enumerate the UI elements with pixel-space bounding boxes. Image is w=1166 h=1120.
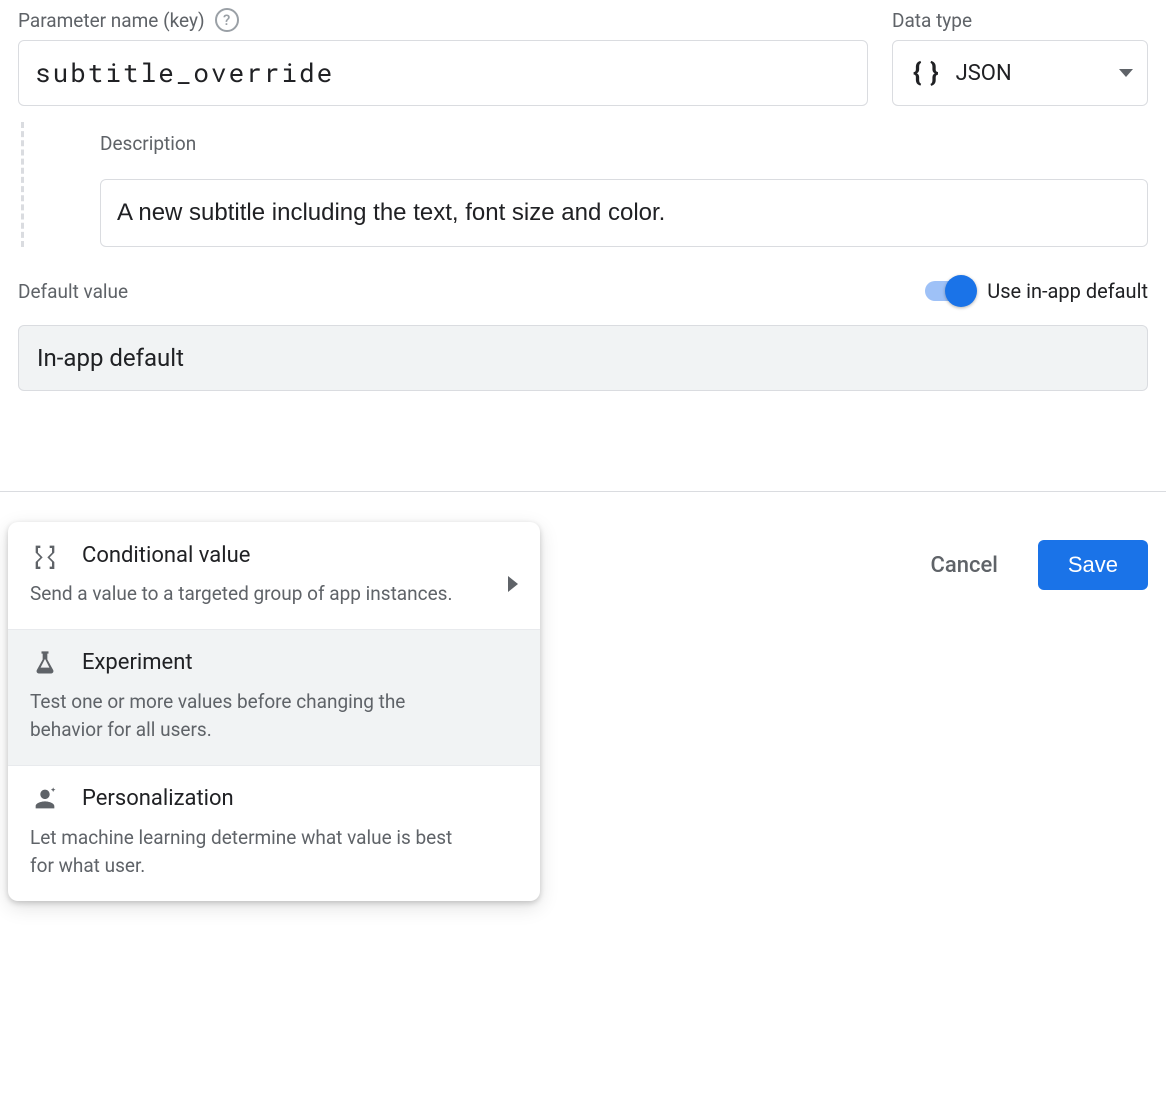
menu-item-conditional-value[interactable]: Conditional value Send a value to a targ… <box>8 522 540 630</box>
conditional-icon <box>30 540 60 570</box>
description-input[interactable] <box>100 179 1148 247</box>
data-type-label: Data type <box>892 9 972 32</box>
add-menu: Conditional value Send a value to a targ… <box>8 522 540 901</box>
cancel-button[interactable]: Cancel <box>931 553 998 578</box>
default-value-label: Default value <box>18 280 128 303</box>
json-icon: { } <box>913 58 940 88</box>
help-icon[interactable]: ? <box>215 8 239 32</box>
menu-item-desc: Let machine learning determine what valu… <box>30 824 518 881</box>
default-value-display: In-app default <box>18 325 1148 391</box>
description-label: Description <box>100 122 1148 179</box>
chevron-down-icon <box>1119 69 1133 77</box>
menu-item-desc: Send a value to a targeted group of app … <box>30 580 518 609</box>
menu-item-title: Conditional value <box>82 543 250 568</box>
chevron-right-icon <box>508 576 518 592</box>
tree-line <box>0 122 44 247</box>
menu-item-experiment[interactable]: Experiment Test one or more values befor… <box>8 630 540 766</box>
menu-item-title: Experiment <box>82 650 193 675</box>
param-name-input[interactable] <box>18 40 868 106</box>
data-type-select[interactable]: { } JSON <box>892 40 1148 106</box>
experiment-icon <box>30 648 60 678</box>
menu-item-title: Personalization <box>82 786 234 811</box>
menu-item-desc: Test one or more values before changing … <box>30 688 518 745</box>
param-name-label: Parameter name (key) <box>18 9 205 32</box>
use-in-app-default-label: Use in-app default <box>987 279 1148 303</box>
personalization-icon <box>30 784 60 814</box>
data-type-value: JSON <box>956 61 1103 86</box>
use-in-app-default-toggle[interactable] <box>925 281 973 301</box>
menu-item-personalization[interactable]: Personalization Let machine learning det… <box>8 766 540 901</box>
save-button[interactable]: Save <box>1038 540 1148 590</box>
